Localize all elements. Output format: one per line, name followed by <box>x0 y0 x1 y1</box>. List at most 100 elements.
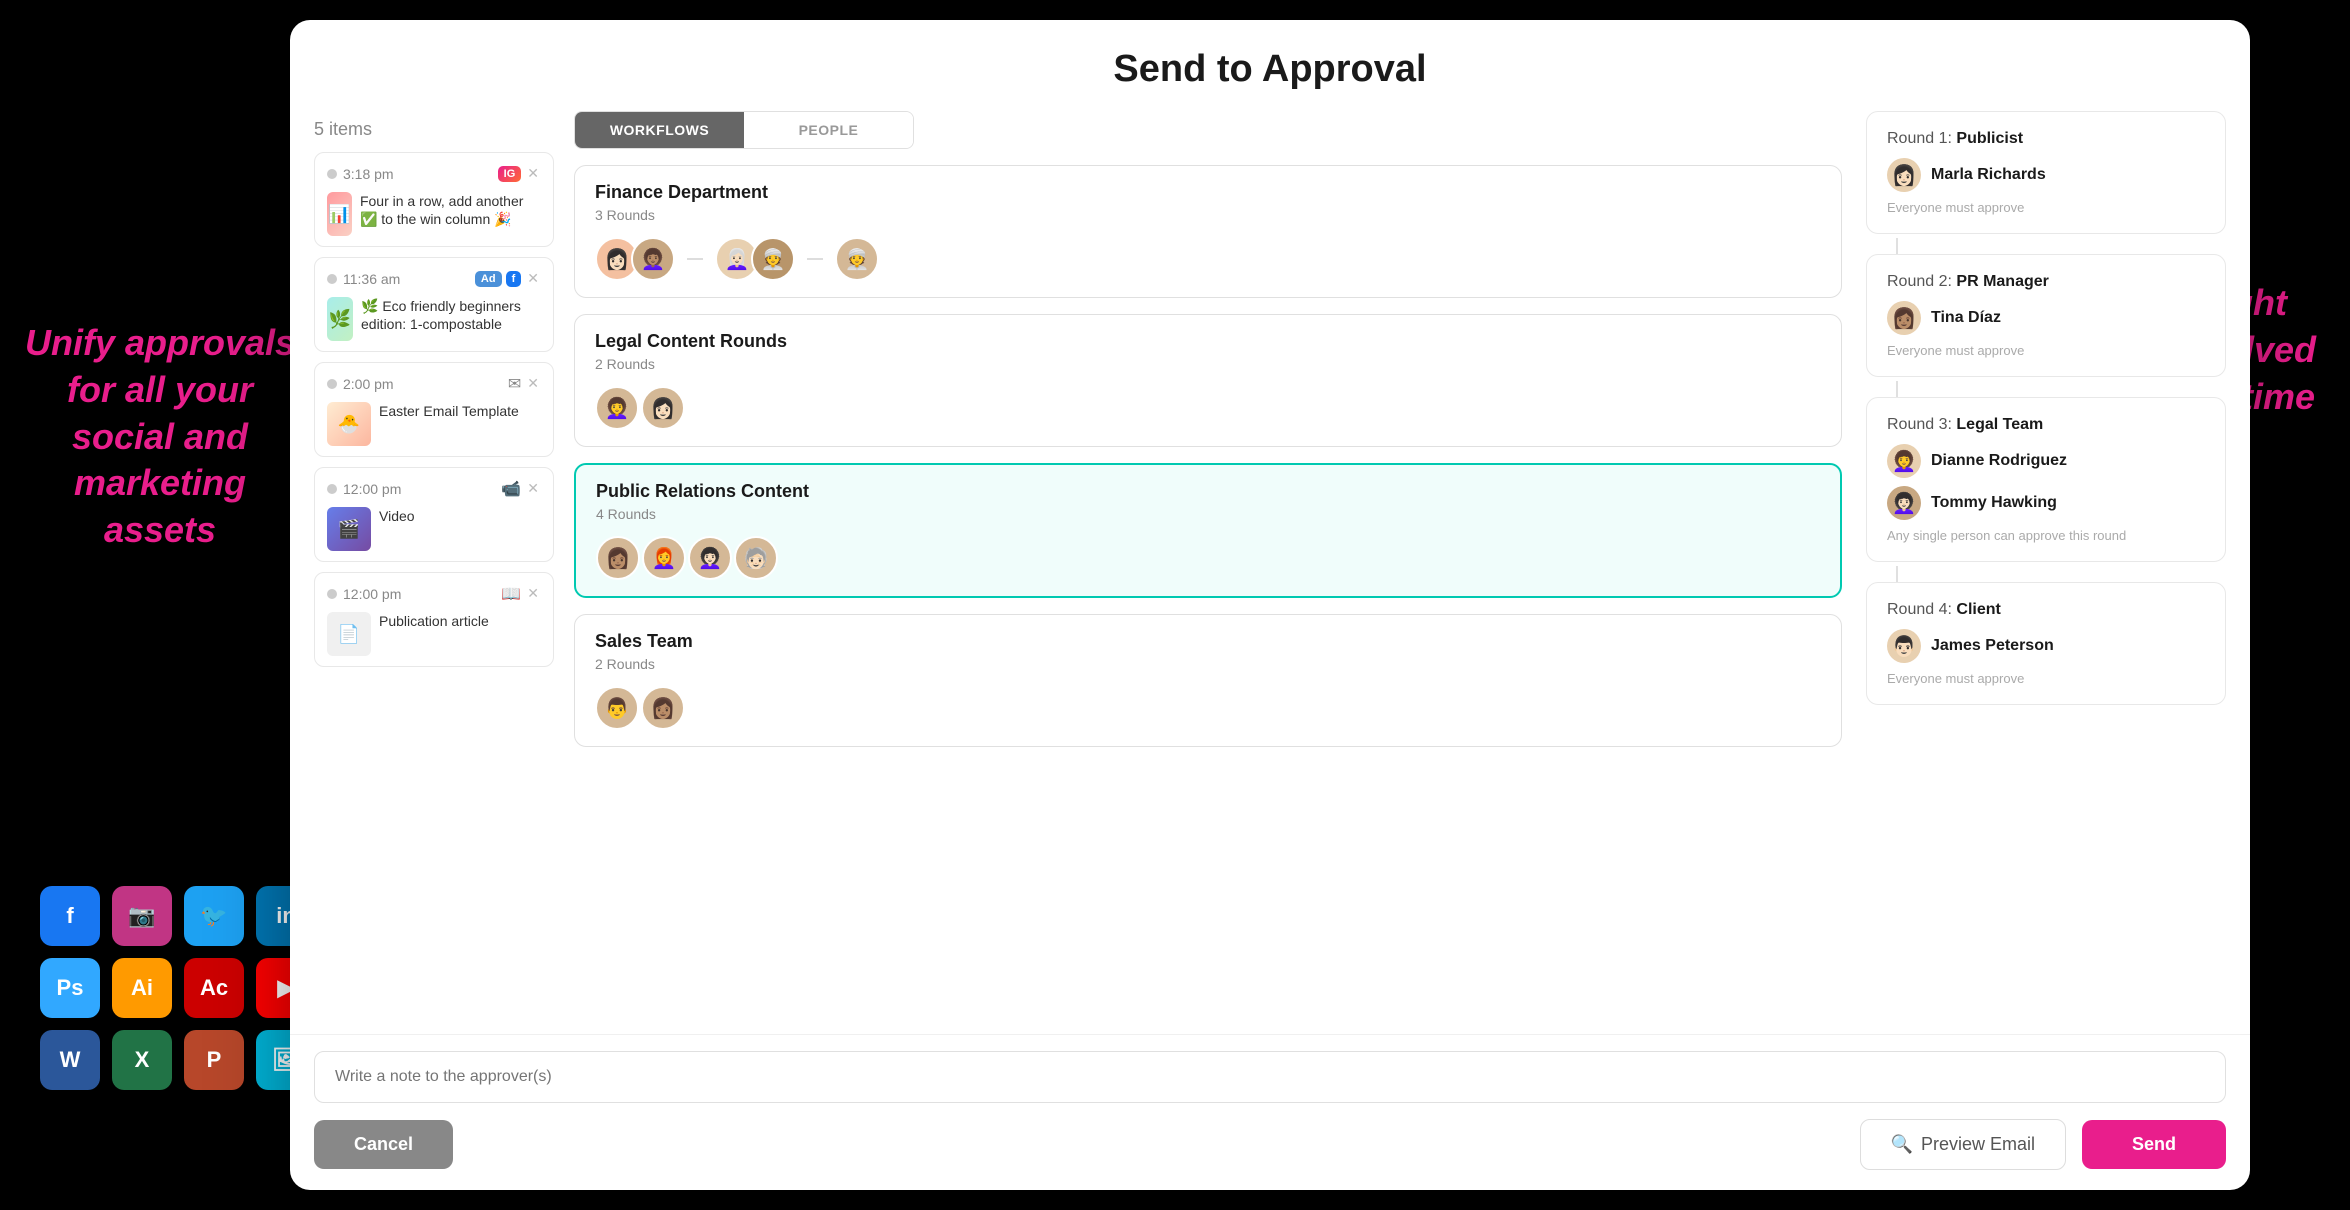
avatar: 👩🏽‍🦱 <box>631 237 675 281</box>
item-card[interactable]: 12:00 pm 📹 ✕ 🎬 Video <box>314 467 554 562</box>
powerpoint-icon-box[interactable]: P <box>184 1030 244 1090</box>
tab-workflows[interactable]: WORKFLOWS <box>575 112 744 148</box>
avatar-separator <box>687 258 703 260</box>
item-time-row: 11:36 am Adf ✕ <box>327 268 541 289</box>
modal-body: 5 items 3:18 pm IG ✕ 📊 Four in a row, ad… <box>290 111 2250 1034</box>
item-content: 🐣 Easter Email Template <box>327 402 541 446</box>
close-icon[interactable]: ✕ <box>525 163 541 184</box>
round-card: Round 1: Publicist 👩🏻 Marla Richards Eve… <box>1866 111 2226 234</box>
workflow-name: Sales Team <box>595 631 1821 652</box>
time-dot <box>327 274 337 284</box>
acrobat-icon-box[interactable]: Ac <box>184 958 244 1018</box>
badges-row: ✉ ✕ <box>508 373 541 394</box>
round-person: 👩🏽 Tina Díaz <box>1887 301 2205 335</box>
item-time: 2:00 pm <box>327 376 394 392</box>
workflow-card[interactable]: Public Relations Content 4 Rounds 👩🏽👩‍🦰👩… <box>574 463 1842 598</box>
workflow-name: Finance Department <box>595 182 1821 203</box>
round-avatar-2: 👩🏻‍🦱 <box>1887 486 1921 520</box>
item-time-row: 2:00 pm ✉ ✕ <box>327 373 541 394</box>
workflows-list: Finance Department 3 Rounds 👩🏻👩🏽‍🦱👩🏻‍🦳👳👳… <box>574 165 1846 1034</box>
item-card[interactable]: 2:00 pm ✉ ✕ 🐣 Easter Email Template <box>314 362 554 457</box>
time-label: 11:36 am <box>343 271 400 287</box>
items-list: 3:18 pm IG ✕ 📊 Four in a row, add anothe… <box>314 152 554 677</box>
avatar: 👩🏻‍🦱 <box>688 536 732 580</box>
workflow-card[interactable]: Finance Department 3 Rounds 👩🏻👩🏽‍🦱👩🏻‍🦳👳👳 <box>574 165 1842 298</box>
ad-badge: Ad <box>475 271 502 287</box>
close-icon[interactable]: ✕ <box>525 583 541 604</box>
cancel-button[interactable]: Cancel <box>314 1120 453 1169</box>
photoshop-icon-box[interactable]: Ps <box>40 958 100 1018</box>
app-icons-grid: f📷🐦inPsAiAc▶WXP🖼 <box>40 886 316 1090</box>
workflow-card[interactable]: Legal Content Rounds 2 Rounds 👩‍🦱👩🏻 <box>574 314 1842 447</box>
round-title: Round 1: Publicist <box>1887 130 2205 148</box>
word-icon-box[interactable]: W <box>40 1030 100 1090</box>
items-count: 5 items <box>314 111 554 152</box>
preview-email-button[interactable]: 🔍 Preview Email <box>1860 1119 2066 1170</box>
avatar: 👨 <box>595 686 639 730</box>
footer-buttons: Cancel 🔍 Preview Email Send <box>314 1119 2226 1170</box>
ig-badge: IG <box>498 166 522 182</box>
tab-people[interactable]: PEOPLE <box>744 112 913 148</box>
item-text: Easter Email Template <box>379 402 519 420</box>
workflow-avatars: 👩‍🦱👩🏻 <box>595 386 1821 430</box>
round-connector <box>1896 238 2226 254</box>
workflow-avatars: 👩🏻👩🏽‍🦱👩🏻‍🦳👳👳 <box>595 237 1821 281</box>
modal-header: Send to Approval <box>290 20 2250 111</box>
item-card[interactable]: 11:36 am Adf ✕ 🌿 🌿 Eco friendly beginner… <box>314 257 554 352</box>
item-text: 🌿 Eco friendly beginners edition: 1-comp… <box>361 297 541 333</box>
items-panel: 5 items 3:18 pm IG ✕ 📊 Four in a row, ad… <box>314 111 554 1034</box>
illustrator-icon-box[interactable]: Ai <box>112 958 172 1018</box>
article-icon: 📖 <box>501 584 521 604</box>
time-label: 12:00 pm <box>343 586 401 602</box>
facebook-icon-box[interactable]: f <box>40 886 100 946</box>
workflow-avatars: 👨👩🏽 <box>595 686 1821 730</box>
item-card[interactable]: 12:00 pm 📖 ✕ 📄 Publication article <box>314 572 554 667</box>
time-dot <box>327 169 337 179</box>
avatar: 👩‍🦰 <box>642 536 686 580</box>
workflows-panel: WORKFLOWS PEOPLE Finance Department 3 Ro… <box>574 111 1846 1034</box>
badges-row: Adf ✕ <box>475 268 541 289</box>
excel-icon-box[interactable]: X <box>112 1030 172 1090</box>
workflow-rounds: 3 Rounds <box>595 207 1821 223</box>
time-label: 12:00 pm <box>343 481 401 497</box>
round-rule: Any single person can approve this round <box>1887 528 2205 543</box>
email-icon: ✉ <box>508 374 521 394</box>
round-person-name: James Peterson <box>1931 637 2054 655</box>
search-icon: 🔍 <box>1891 1134 1913 1155</box>
avatar-separator <box>807 258 823 260</box>
workflow-name: Legal Content Rounds <box>595 331 1821 352</box>
modal: Send to Approval 5 items 3:18 pm IG ✕ 📊 … <box>290 20 2250 1190</box>
item-time-row: 12:00 pm 📹 ✕ <box>327 478 541 499</box>
item-card[interactable]: 3:18 pm IG ✕ 📊 Four in a row, add anothe… <box>314 152 554 247</box>
modal-title: Send to Approval <box>330 48 2210 91</box>
workflow-rounds: 2 Rounds <box>595 656 1821 672</box>
round-avatar: 👩🏽 <box>1887 301 1921 335</box>
round-title: Round 2: PR Manager <box>1887 273 2205 291</box>
avatar: 👩🏽 <box>641 686 685 730</box>
round-person: 👨🏻 James Peterson <box>1887 629 2205 663</box>
round-person-name-2: Tommy Hawking <box>1931 494 2057 512</box>
round-person: 👩🏻‍🦱 Tommy Hawking <box>1887 486 2205 520</box>
round-rule: Everyone must approve <box>1887 200 2205 215</box>
item-time: 3:18 pm <box>327 166 394 182</box>
note-input[interactable] <box>314 1051 2226 1103</box>
avatar-group: 👳 <box>835 237 879 281</box>
item-text: Four in a row, add another ✅ to the win … <box>360 192 541 228</box>
round-avatar: 👩🏻 <box>1887 158 1921 192</box>
video-icon: 📹 <box>501 479 521 499</box>
workflow-rounds: 2 Rounds <box>595 356 1821 372</box>
workflow-rounds: 4 Rounds <box>596 506 1820 522</box>
avatar-group: 👩🏻‍🦳👳 <box>715 237 795 281</box>
round-rule: Everyone must approve <box>1887 671 2205 686</box>
close-icon[interactable]: ✕ <box>525 373 541 394</box>
instagram-icon-box[interactable]: 📷 <box>112 886 172 946</box>
item-time-row: 3:18 pm IG ✕ <box>327 163 541 184</box>
twitter-icon-box[interactable]: 🐦 <box>184 886 244 946</box>
item-time: 12:00 pm <box>327 481 401 497</box>
round-avatar: 👩‍🦱 <box>1887 444 1921 478</box>
close-icon[interactable]: ✕ <box>525 478 541 499</box>
close-icon[interactable]: ✕ <box>525 268 541 289</box>
send-button[interactable]: Send <box>2082 1120 2226 1169</box>
fb-badge: f <box>506 271 522 287</box>
workflow-card[interactable]: Sales Team 2 Rounds 👨👩🏽 <box>574 614 1842 747</box>
